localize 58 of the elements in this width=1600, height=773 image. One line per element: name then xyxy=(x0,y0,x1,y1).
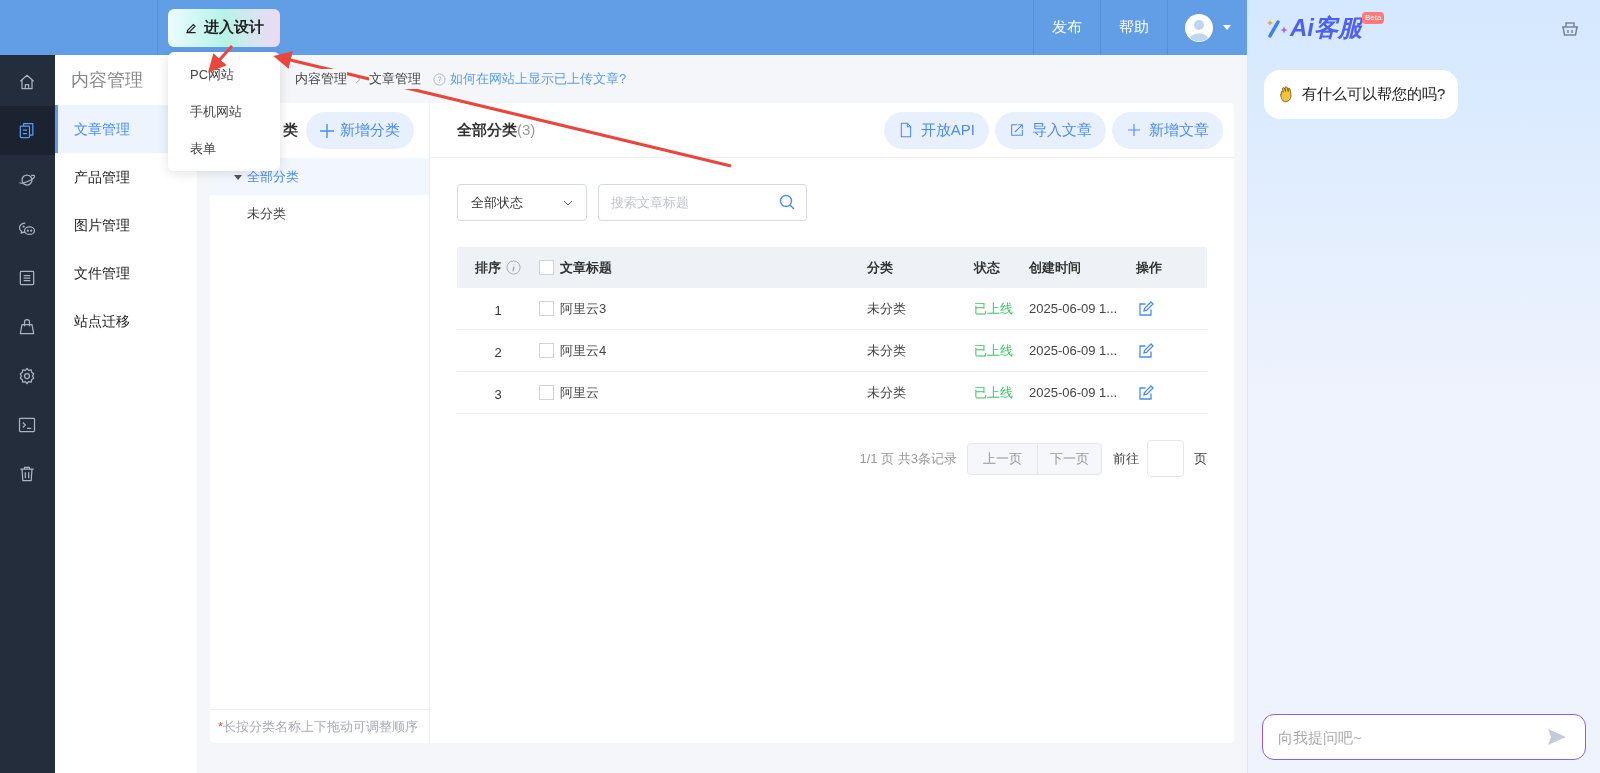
edit-icon[interactable] xyxy=(1138,342,1154,359)
checkbox[interactable] xyxy=(539,343,554,358)
table-cell-text: 2 xyxy=(494,343,502,362)
column-header: 分类 xyxy=(867,258,893,277)
plus-icon xyxy=(320,123,334,138)
page-summary: 1/1 页 共3条记录 xyxy=(859,449,957,468)
table-cell-text: 阿里云 xyxy=(560,383,599,402)
goto-label: 前往 xyxy=(1113,449,1139,468)
assistant-logo: Ai客服 xyxy=(1290,15,1362,40)
column-header: 创建时间 xyxy=(1029,258,1081,277)
tree-item[interactable]: 未分类 xyxy=(210,195,429,232)
page-input[interactable] xyxy=(1147,440,1184,477)
column-header: 状态 xyxy=(974,258,1000,277)
column-header: 操作 xyxy=(1136,258,1162,277)
edit-icon[interactable] xyxy=(1138,300,1154,317)
plus-icon xyxy=(1126,122,1142,138)
greeting-bubble: 有什么可以帮您的吗? xyxy=(1264,70,1459,119)
design-button[interactable]: 进入设计 xyxy=(168,8,280,47)
button-label: 进入设计 xyxy=(204,17,264,38)
hint-text: *长按分类名称上下拖动可调整顺序 xyxy=(210,709,429,743)
table-cell-text: 未分类 xyxy=(867,299,906,318)
waving-hand-icon xyxy=(1277,85,1295,104)
table-cell-text: 未分类 xyxy=(867,383,906,402)
beta-badge: Beta xyxy=(1362,12,1385,24)
chevron-down-icon xyxy=(563,199,573,206)
help-icon xyxy=(433,72,446,86)
table-cell-text: 1 xyxy=(494,301,502,320)
edit-icon[interactable] xyxy=(1138,384,1154,401)
column-header: 文章标题 xyxy=(560,258,612,277)
table-cell-text: 2025-06-09 1... xyxy=(1029,341,1118,360)
status-select[interactable]: 全部状态 xyxy=(457,184,587,221)
search-icon[interactable] xyxy=(779,194,795,210)
nav-item[interactable]: 文件管理 xyxy=(54,249,197,297)
page-unit: 页 xyxy=(1194,449,1207,468)
table-cell-text: 2025-06-09 1... xyxy=(1029,299,1118,318)
breadcrumb-item[interactable]: 文章管理 xyxy=(369,69,421,89)
checkbox[interactable] xyxy=(539,385,554,400)
search-field[interactable]: 搜索文章标题 xyxy=(598,184,807,221)
list-title: 全部分类(3) xyxy=(457,119,536,140)
avatar-icon[interactable] xyxy=(1184,13,1213,42)
nav-item[interactable]: 图片管理 xyxy=(54,201,197,249)
table-cell-text: 阿里云3 xyxy=(560,299,607,318)
chat-input[interactable]: 向我提问吧~ xyxy=(1262,714,1586,760)
info-icon xyxy=(506,260,521,275)
panel-title: 类 xyxy=(283,120,298,141)
table-cell-text: 未分类 xyxy=(867,341,906,360)
nav-item[interactable]: 站点迁移 xyxy=(54,297,197,345)
table-cell-text: 3 xyxy=(494,385,502,404)
caret-icon[interactable] xyxy=(234,172,242,181)
table-cell-text: 2025-06-09 1... xyxy=(1029,383,1118,402)
checkbox[interactable] xyxy=(539,301,554,316)
column-header: 排序 xyxy=(475,258,501,277)
table-cell-text: 阿里云4 xyxy=(560,341,607,360)
status-text: 已上线 xyxy=(974,383,1013,402)
status-text: 已上线 xyxy=(974,299,1013,318)
status-text: 已上线 xyxy=(974,341,1013,360)
checkbox[interactable] xyxy=(539,260,554,275)
export-icon xyxy=(1009,122,1025,138)
